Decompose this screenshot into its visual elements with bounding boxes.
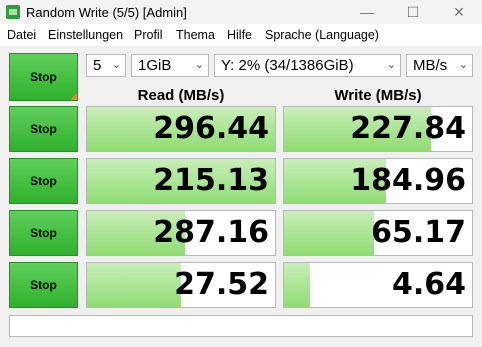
drive-value: Y: 2% (34/1386GiB) — [221, 57, 354, 74]
read-result-2: 215.13 — [86, 158, 276, 204]
write-value-4: 4.64 — [391, 267, 466, 302]
test-size-value: 1GiB — [138, 57, 172, 74]
chevron-down-icon: ⌄ — [458, 59, 468, 71]
test-count-value: 5 — [93, 57, 102, 74]
menu-file[interactable]: Datei — [7, 28, 36, 42]
test-size-select[interactable]: 1GiB ⌄ — [131, 54, 209, 77]
chevron-down-icon: ⌄ — [111, 59, 121, 71]
write-result-3: 65.17 — [283, 210, 473, 256]
read-result-1: 296.44 — [86, 106, 276, 152]
stop-button-row-1[interactable]: Stop — [9, 106, 78, 152]
test-count-select[interactable]: 5 ⌄ — [86, 54, 126, 77]
write-result-4: 4.64 — [283, 262, 473, 308]
window-title: Random Write (5/5) [Admin] — [26, 5, 187, 20]
read-bar-4 — [87, 263, 181, 307]
read-value-2: 215.13 — [153, 163, 269, 198]
stop-all-button[interactable]: Stop — [9, 53, 78, 101]
unit-value: MB/s — [413, 57, 448, 74]
menu-language[interactable]: Sprache (Language) — [265, 28, 379, 42]
read-header: Read (MB/s) — [137, 87, 225, 104]
write-value-3: 65.17 — [371, 215, 466, 250]
write-value-1: 227.84 — [350, 111, 466, 146]
drive-select[interactable]: Y: 2% (34/1386GiB) ⌄ — [214, 54, 401, 77]
write-result-1: 227.84 — [283, 106, 473, 152]
stop-button-row-4[interactable]: Stop — [9, 262, 78, 308]
read-result-3: 287.16 — [86, 210, 276, 256]
menu-bar: Datei Einstellungen Profil Thema Hilfe S… — [0, 24, 482, 46]
unit-select[interactable]: MB/s ⌄ — [406, 54, 473, 77]
read-result-4: 27.52 — [86, 262, 276, 308]
maximize-button[interactable]: ☐ — [390, 0, 436, 24]
comment-field[interactable] — [9, 315, 473, 337]
app-icon — [6, 5, 20, 19]
stop-button-row-3[interactable]: Stop — [9, 210, 78, 256]
write-bar-3 — [284, 211, 375, 255]
chevron-down-icon: ⌄ — [194, 59, 204, 71]
write-result-2: 184.96 — [283, 158, 473, 204]
menu-settings[interactable]: Einstellungen — [48, 28, 123, 42]
menu-profile[interactable]: Profil — [134, 28, 162, 42]
read-value-1: 296.44 — [153, 111, 269, 146]
read-value-4: 27.52 — [174, 267, 269, 302]
menu-help[interactable]: Hilfe — [227, 28, 252, 42]
read-value-3: 287.16 — [153, 215, 269, 250]
chevron-down-icon: ⌄ — [386, 59, 396, 71]
close-button[interactable]: ✕ — [436, 0, 482, 24]
write-header: Write (MB/s) — [334, 87, 422, 104]
stop-button-row-2[interactable]: Stop — [9, 158, 78, 204]
write-value-2: 184.96 — [350, 163, 466, 198]
menu-theme[interactable]: Thema — [176, 28, 215, 42]
write-bar-4 — [284, 263, 311, 307]
minimize-button[interactable]: — — [344, 0, 390, 24]
title-bar: Random Write (5/5) [Admin] — ☐ ✕ — [0, 0, 482, 24]
